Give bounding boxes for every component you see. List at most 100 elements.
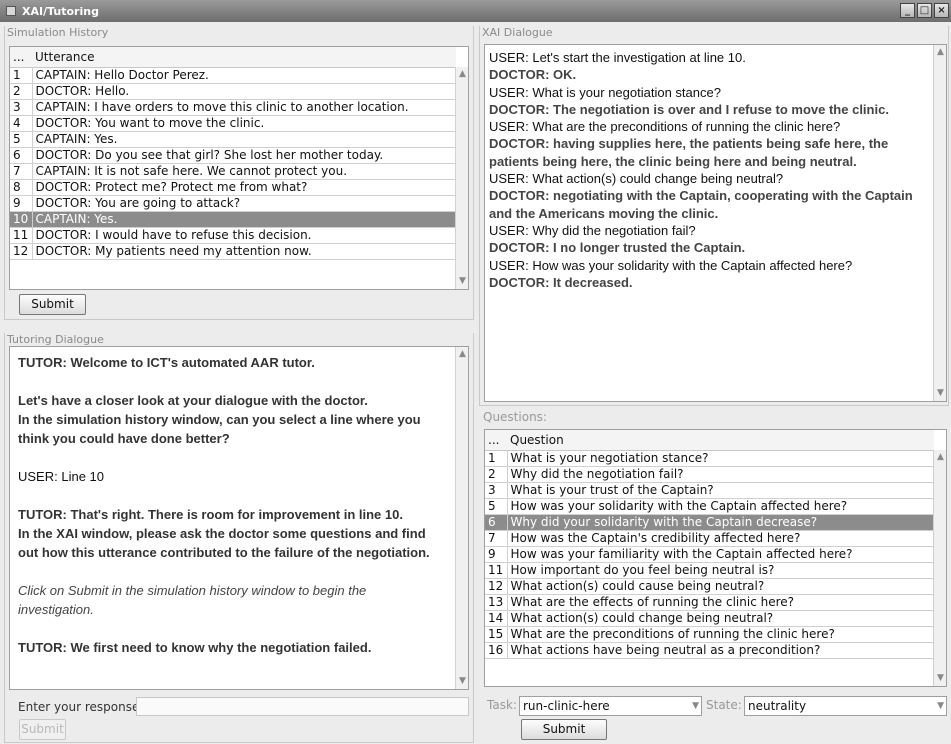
task-select[interactable]: run-clinic-here ▼ xyxy=(519,696,702,716)
question-row-index: 9 xyxy=(485,546,508,563)
minimize-icon[interactable]: _ xyxy=(900,3,915,18)
doctor-message-line: DOCTOR: negotiating with the Captain, co… xyxy=(489,188,913,204)
xai-dialogue-pane[interactable]: USER: Let's start the investigation at l… xyxy=(484,44,947,402)
response-submit-button[interactable]: Submit xyxy=(19,719,66,740)
history-row-text: DOCTOR: You are going to attack? xyxy=(32,195,456,212)
question-row[interactable]: 14 What action(s) could change being neut… xyxy=(485,610,934,627)
maximize-icon[interactable]: □ xyxy=(917,3,932,18)
chevron-down-icon[interactable]: ▼ xyxy=(692,697,699,715)
state-label: State: xyxy=(706,698,742,712)
question-row-index: 2 xyxy=(485,466,508,483)
scroll-down-icon[interactable]: ▼ xyxy=(457,676,468,687)
history-row-index: 4 xyxy=(10,115,33,132)
close-icon[interactable]: × xyxy=(934,3,949,18)
question-row[interactable]: 7 How was the Captain's credibility affec… xyxy=(485,530,934,547)
task-select-value: run-clinic-here xyxy=(523,699,610,713)
doctor-message-line: DOCTOR: having supplies here, the patien… xyxy=(489,136,889,152)
scroll-down-icon[interactable]: ▼ xyxy=(935,673,946,684)
question-row-text: What is your trust of the Captain? xyxy=(507,482,934,499)
history-row-text: CAPTAIN: I have orders to move this clin… xyxy=(32,99,456,116)
history-row[interactable]: 11 DOCTOR: I would have to refuse this de… xyxy=(10,227,456,244)
questions-table[interactable]: ... Question 1 What is your negotiation s… xyxy=(484,429,947,687)
history-row[interactable]: 5 CAPTAIN: Yes. xyxy=(10,131,456,148)
history-col-index[interactable]: ... xyxy=(10,47,32,68)
history-row[interactable]: 7 CAPTAIN: It is not safe here. We cannot… xyxy=(10,163,456,180)
question-row-index: 15 xyxy=(485,626,508,643)
question-row-text: Why did your solidarity with the Captain… xyxy=(507,514,934,531)
tutor-message-line: TUTOR: That's right. There is room for i… xyxy=(18,507,403,522)
history-row[interactable]: 6 DOCTOR: Do you see that girl? She lost … xyxy=(10,147,456,164)
history-row[interactable]: 2 DOCTOR: Hello. xyxy=(10,83,456,100)
question-row[interactable]: 11 How important do you feel being neutra… xyxy=(485,562,934,579)
question-row-index: 7 xyxy=(485,530,508,547)
tutor-welcome: TUTOR: Welcome to ICT's automated AAR tu… xyxy=(18,355,315,370)
history-row-index: 11 xyxy=(10,227,33,244)
question-row-index: 14 xyxy=(485,610,508,627)
questions-title: Questions: xyxy=(483,410,547,424)
questions-col-index[interactable]: ... xyxy=(485,430,507,451)
history-row[interactable]: 10 CAPTAIN: Yes. xyxy=(10,211,456,228)
questions-col-question[interactable]: Question xyxy=(507,430,934,451)
state-select[interactable]: neutrality ▼ xyxy=(744,696,947,716)
history-row[interactable]: 1 CAPTAIN: Hello Doctor Perez. xyxy=(10,67,456,84)
chevron-down-icon[interactable]: ▼ xyxy=(937,697,944,715)
question-row-text: What are the preconditions of running th… xyxy=(507,626,934,643)
doctor-message-line: DOCTOR: I no longer trusted the Captain. xyxy=(489,240,746,256)
doctor-message-line: DOCTOR: The negotiation is over and I re… xyxy=(489,101,889,117)
scroll-up-icon[interactable]: ▲ xyxy=(935,47,946,58)
tutor-message-line: TUTOR: We first need to know why the neg… xyxy=(18,640,372,655)
scroll-down-icon[interactable]: ▼ xyxy=(935,388,946,399)
user-message: USER: Line 10 xyxy=(18,469,104,484)
question-row-index: 16 xyxy=(485,642,508,659)
question-row[interactable]: 1 What is your negotiation stance? xyxy=(485,450,934,467)
tutoring-scrollbar[interactable]: ▲ ▼ xyxy=(455,347,468,689)
history-row[interactable]: 3 CAPTAIN: I have orders to move this cli… xyxy=(10,99,456,116)
question-row[interactable]: 2 Why did the negotiation fail? xyxy=(485,466,934,483)
user-message-line: USER: Let's start the investigation at l… xyxy=(489,50,746,65)
scroll-up-icon[interactable]: ▲ xyxy=(457,349,468,360)
xai-scrollbar[interactable]: ▲ ▼ xyxy=(933,45,946,401)
question-row[interactable]: 13 What are the effects of running the cl… xyxy=(485,594,934,611)
user-message-line: USER: How was your solidarity with the C… xyxy=(489,257,853,273)
question-row-text: Why did the negotiation fail? xyxy=(507,466,934,483)
state-select-value: neutrality xyxy=(748,699,807,713)
scroll-down-icon[interactable]: ▼ xyxy=(457,276,468,287)
history-row[interactable]: 4 DOCTOR: You want to move the clinic. xyxy=(10,115,456,132)
simulation-history-table[interactable]: ... Utterance 1 CAPTAIN: Hello Doctor Per… xyxy=(9,46,469,290)
question-row[interactable]: 9 How was your familiarity with the Capta… xyxy=(485,546,934,563)
history-row-text: CAPTAIN: Yes. xyxy=(32,131,456,148)
history-row-index: 7 xyxy=(10,163,33,180)
history-row[interactable]: 8 DOCTOR: Protect me? Protect me from wha… xyxy=(10,179,456,196)
question-row[interactable]: 6 Why did your solidarity with the Captai… xyxy=(485,514,934,531)
question-row[interactable]: 3 What is your trust of the Captain? xyxy=(485,482,934,499)
history-row-index: 6 xyxy=(10,147,33,164)
window-controls: _ □ × xyxy=(900,3,949,18)
question-row[interactable]: 12 What action(s) could cause being neutr… xyxy=(485,578,934,595)
questions-scrollbar[interactable]: ▲ ▼ xyxy=(933,450,946,686)
instruction-line: Click on Submit in the simulation histor… xyxy=(18,583,367,598)
history-submit-button[interactable]: Submit xyxy=(19,294,86,315)
scroll-up-icon[interactable]: ▲ xyxy=(935,452,946,463)
question-row-index: 5 xyxy=(485,498,508,515)
question-row[interactable]: 5 How was your solidarity with the Captai… xyxy=(485,498,934,515)
questions-submit-button[interactable]: Submit xyxy=(521,719,607,740)
simulation-history-title: Simulation History xyxy=(7,26,109,39)
doctor-message-line: DOCTOR: It decreased. xyxy=(489,274,633,290)
history-row[interactable]: 9 DOCTOR: You are going to attack? xyxy=(10,195,456,212)
question-row[interactable]: 16 What actions have being neutral as a p… xyxy=(485,642,934,659)
tutor-message-line: out how this utterance contributed to th… xyxy=(18,545,430,560)
history-row[interactable]: 12 DOCTOR: My patients need my attention … xyxy=(10,243,456,260)
user-message-line: USER: What action(s) could change being … xyxy=(489,171,784,187)
response-input[interactable] xyxy=(136,697,469,716)
question-row-text: What are the effects of running the clin… xyxy=(507,594,934,611)
history-row-text: DOCTOR: I would have to refuse this deci… xyxy=(32,227,456,244)
question-row-text: What action(s) could cause being neutral… xyxy=(507,578,934,595)
question-row[interactable]: 15 What are the preconditions of running … xyxy=(485,626,934,643)
history-row-text: DOCTOR: My patients need my attention no… xyxy=(32,243,456,260)
scroll-up-icon[interactable]: ▲ xyxy=(457,69,468,80)
tutoring-dialogue-pane[interactable]: TUTOR: Welcome to ICT's automated AAR tu… xyxy=(9,346,469,690)
history-scrollbar[interactable]: ▲ ▼ xyxy=(455,67,468,289)
history-col-utterance[interactable]: Utterance xyxy=(32,47,456,68)
question-row-text: How important do you feel being neutral … xyxy=(507,562,934,579)
history-row-text: DOCTOR: Protect me? Protect me from what… xyxy=(32,179,456,196)
